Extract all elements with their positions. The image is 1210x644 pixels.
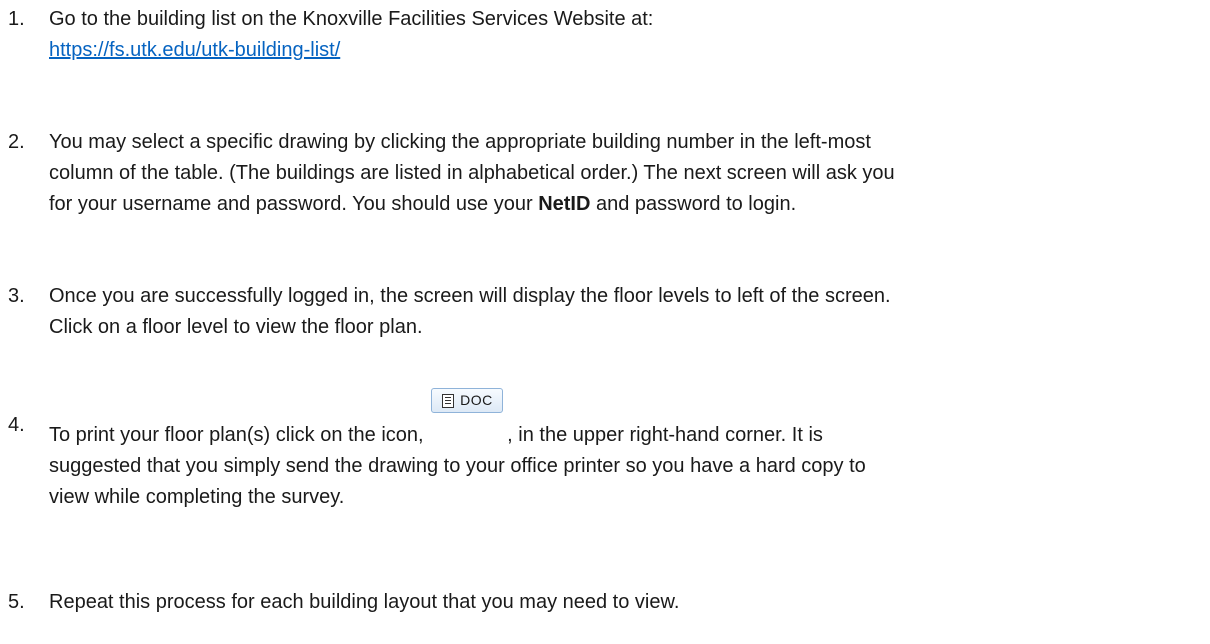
step-text-line: To print your floor plan(s) click on the… — [49, 388, 1200, 451]
step-text-line: column of the table. (The buildings are … — [49, 162, 895, 184]
step-number: 5. — [8, 591, 25, 613]
text-segment: To print your floor plan(s) click on the… — [49, 424, 430, 446]
building-list-link[interactable]: https://fs.utk.edu/utk-building-list/ — [49, 35, 1200, 66]
step-text-line: suggested that you simply send the drawi… — [49, 455, 866, 477]
step-text: Go to the building list on the Knoxville… — [49, 8, 654, 30]
step-number: 2. — [8, 131, 25, 153]
step-number: 3. — [8, 285, 25, 307]
step-text-line: Click on a floor level to view the floor… — [49, 316, 423, 338]
step-text: Repeat this process for each building la… — [49, 591, 680, 613]
step-text-line: You may select a specific drawing by cli… — [49, 131, 871, 153]
doc-button-label: DOC — [460, 392, 493, 408]
doc-button-face: DOC — [431, 388, 504, 413]
text-segment: , in the upper right-hand corner. It is — [507, 424, 823, 446]
instructions-document: 1. Go to the building list on the Knoxvi… — [0, 0, 1210, 644]
step-number: 4. — [8, 414, 25, 436]
step-number: 1. — [8, 8, 25, 30]
doc-print-button-image: DOC — [431, 388, 505, 443]
text-segment: and password to login. — [590, 193, 797, 215]
text-segment: for your username and password. You shou… — [49, 193, 539, 215]
step-text-line: Once you are successfully logged in, the… — [49, 285, 891, 307]
netid-emphasis: NetID — [538, 193, 591, 215]
document-icon — [442, 394, 455, 408]
step-text-line: view while completing the survey. — [49, 486, 345, 508]
step-text-line: for your username and password. You shou… — [49, 189, 1200, 220]
